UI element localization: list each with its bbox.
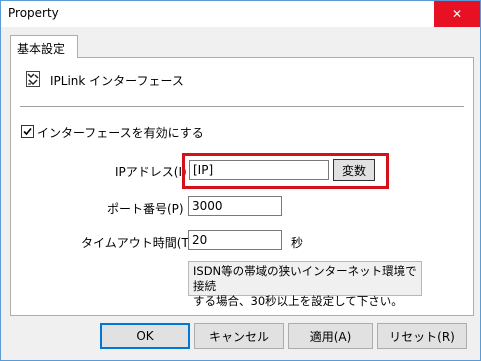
enable-interface-label[interactable]: インターフェースを有効にする xyxy=(37,124,204,141)
settings-panel: IPLink インターフェース インターフェースを有効にする IPアドレス(I)… xyxy=(10,57,474,316)
header-title: IPLink インターフェース xyxy=(50,74,184,88)
separator xyxy=(20,106,464,108)
check-icon xyxy=(23,127,32,136)
tab-basic-settings[interactable]: 基本設定 xyxy=(10,35,78,58)
timeout-note: ISDN等の帯域の狭いインターネット環境で接続 する場合、30秒以上を設定して下… xyxy=(188,261,422,308)
timeout-label: タイムアウト時間(T) : xyxy=(81,236,202,250)
close-icon: ✕ xyxy=(451,7,463,21)
iplink-icon xyxy=(26,71,40,87)
enable-interface-checkbox[interactable] xyxy=(21,125,34,138)
port-label: ポート番号(P) : xyxy=(107,202,192,216)
ip-highlight-box xyxy=(182,153,389,189)
port-input[interactable]: 3000 xyxy=(188,196,282,216)
note-line-1: ISDN等の帯域の狭いインターネット環境で接続 xyxy=(193,264,417,293)
ok-button[interactable]: OK xyxy=(100,323,190,349)
property-window: Property ✕ 基本設定 IPLink インターフェース インターフェース… xyxy=(0,0,481,361)
cancel-button[interactable]: キャンセル xyxy=(194,323,284,349)
note-line-2: する場合、30秒以上を設定して下さい。 xyxy=(193,294,403,308)
reset-button[interactable]: リセット(R) xyxy=(377,323,467,349)
window-title: Property xyxy=(8,6,59,20)
title-bar: Property ✕ xyxy=(1,1,480,27)
apply-button[interactable]: 適用(A) xyxy=(288,323,373,349)
tab-label: 基本設定 xyxy=(17,42,66,56)
close-button[interactable]: ✕ xyxy=(434,1,480,27)
timeout-unit: 秒 xyxy=(291,236,304,250)
timeout-input[interactable]: 20 xyxy=(188,230,282,250)
